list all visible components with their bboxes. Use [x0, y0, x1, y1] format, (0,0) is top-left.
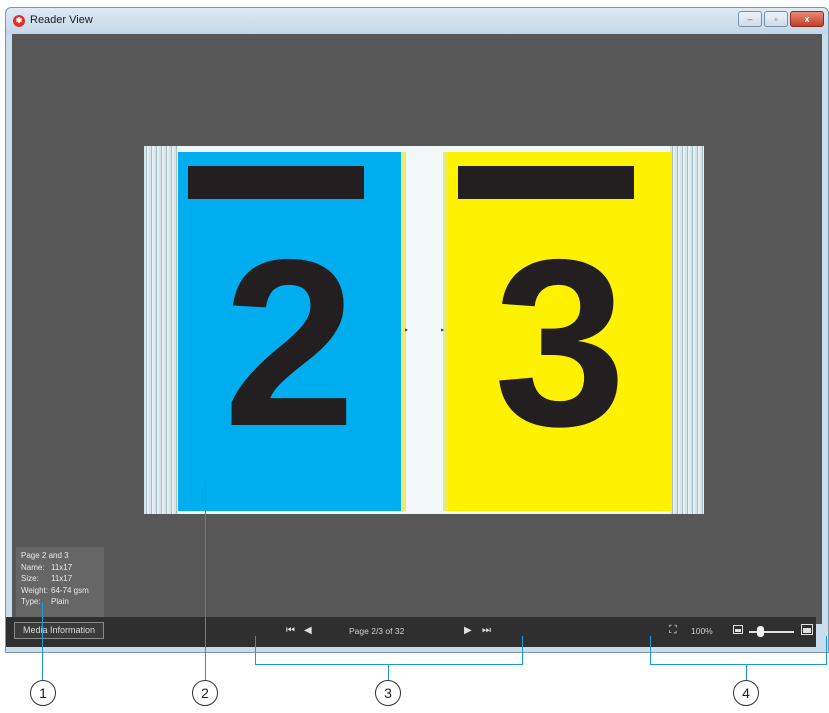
gutter-marker-right-icon: ‣ — [440, 326, 445, 335]
callout-bracket-4-right — [826, 636, 827, 664]
gutter-marker-left-icon: ‣ — [404, 326, 409, 335]
callout-line-4 — [746, 664, 747, 680]
left-page-number: 2 — [223, 211, 356, 476]
right-page[interactable]: 3 — [448, 152, 672, 511]
page-spread[interactable]: 2 ‣ ‣ 3 — [144, 146, 704, 514]
first-page-icon[interactable]: ⏮ — [286, 624, 295, 638]
previous-page-icon[interactable]: ◀ — [304, 624, 312, 638]
callout-bracket-4-left — [650, 636, 651, 664]
last-page-icon[interactable]: ⏭ — [482, 624, 491, 638]
media-info-heading: Page 2 and 3 — [21, 551, 69, 560]
zoom-in-icon[interactable] — [801, 624, 813, 635]
page-viewer[interactable]: 2 ‣ ‣ 3 Page 2 and 3 Name: 11x17 Size: 1… — [12, 34, 822, 624]
media-info-row: Name: 11x17 — [21, 562, 99, 574]
callout-bracket-3-right — [522, 636, 523, 664]
media-info-panel: Page 2 and 3 Name: 11x17 Size: 11x17 Wei… — [16, 547, 104, 620]
info-value: Plain — [51, 597, 69, 606]
restore-button[interactable]: ▫ — [764, 11, 788, 27]
bottom-toolbar: Media Information ⏮ ◀ Page 2/3 of 32 ▶ ⏭… — [6, 617, 816, 647]
right-page-number: 3 — [493, 211, 627, 476]
callout-1: 1 — [30, 680, 56, 706]
callout-bracket-3-base — [255, 664, 523, 665]
zoom-level-label: 100% — [691, 626, 713, 636]
callout-line-3 — [388, 664, 389, 680]
callout-line-2 — [205, 482, 206, 680]
info-value: 11x17 — [51, 562, 73, 572]
callout-2: 2 — [192, 680, 218, 706]
zoom-slider-thumb[interactable] — [756, 626, 764, 637]
left-page-stack-edge — [144, 146, 178, 514]
left-page[interactable]: 2 — [178, 152, 401, 511]
media-info-row: Size: 11x17 — [21, 573, 99, 585]
info-key: Name: — [21, 562, 45, 572]
minimize-button[interactable]: – — [738, 11, 762, 27]
title-bar[interactable]: ✱ Reader View – ▫ x — [6, 8, 828, 34]
callout-bracket-3-left — [255, 636, 256, 664]
window-title: Reader View — [30, 14, 93, 26]
callout-line-1 — [42, 602, 43, 680]
info-key: Size: — [21, 574, 39, 583]
callout-bracket-4-base — [650, 664, 827, 665]
info-value: 11x17 — [51, 574, 73, 583]
reader-app-icon: ✱ — [13, 15, 25, 27]
right-page-stack-edge — [670, 146, 704, 514]
close-button[interactable]: x — [790, 11, 824, 27]
window-controls: – ▫ x — [738, 11, 824, 27]
fit-to-window-icon[interactable]: ⛶ — [669, 624, 677, 637]
media-info-row: Weight: 64-74 gsm — [21, 585, 99, 597]
media-information-button[interactable]: Media Information — [14, 622, 104, 639]
callout-4: 4 — [733, 680, 759, 706]
info-key: Weight: — [21, 585, 48, 595]
left-page-header-bar — [188, 166, 364, 199]
page-indicator: Page 2/3 of 32 — [349, 626, 405, 636]
right-page-header-bar — [458, 166, 634, 199]
callout-3: 3 — [375, 680, 401, 706]
zoom-slider[interactable] — [749, 631, 794, 633]
reader-view-window: ✱ Reader View – ▫ x 2 ‣ ‣ 3 Page 2 and 3… — [5, 7, 829, 653]
zoom-out-icon[interactable] — [733, 625, 743, 634]
next-page-icon[interactable]: ▶ — [464, 624, 472, 638]
info-key: Type: — [21, 597, 41, 606]
media-info-row: Type: Plain — [21, 596, 99, 608]
info-value: 64-74 gsm — [51, 585, 89, 595]
